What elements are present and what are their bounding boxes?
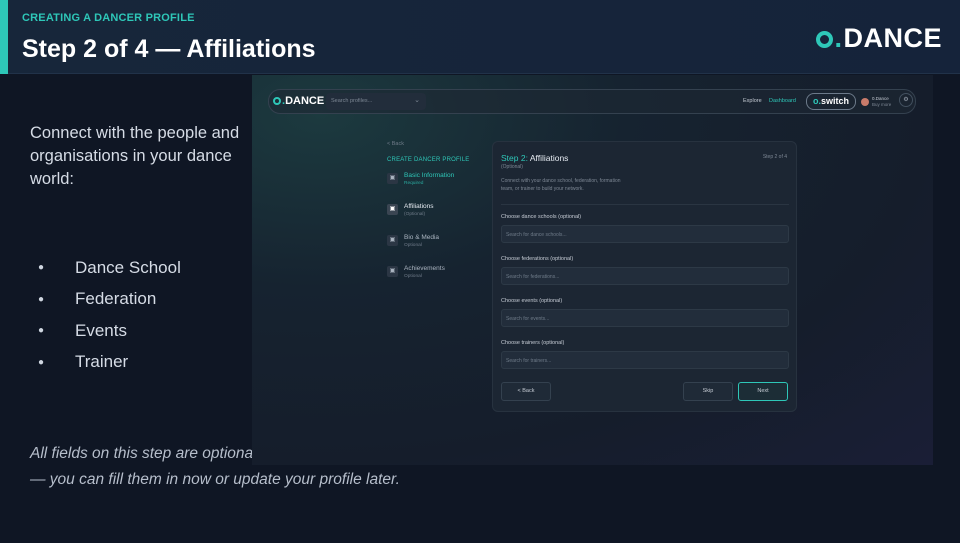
list-item: ● Federation (38, 289, 157, 309)
dance-schools-label: Choose dance schools (optional) (501, 214, 582, 220)
sidebar-step-affiliations[interactable]: ▣ Affiliations (Optional) (387, 203, 434, 217)
chevron-down-icon: ⌄ (414, 97, 420, 104)
sidebar-step-basic-info[interactable]: ▣ Basic Information Required (387, 172, 454, 186)
events-input[interactable]: Search for events... (501, 309, 789, 327)
back-button[interactable]: < Back (501, 382, 551, 401)
bullet-icon: ● (38, 262, 45, 274)
divider (501, 204, 789, 205)
user-name: 0.Dance (872, 96, 889, 101)
slide-title: Step 2 of 4 — Affiliations (22, 35, 316, 63)
app-logo[interactable]: . DANCE (273, 95, 324, 107)
logo-ring-icon (273, 97, 281, 105)
affiliation-list: ● Dance School ● Federation ● Events ● Train… (38, 252, 181, 378)
nav-dashboard[interactable]: Dashboard (769, 98, 796, 104)
list-item: ● Dance School (38, 257, 181, 277)
slide-header: CREATING A DANCER PROFILE Step 2 of 4 — … (0, 0, 960, 74)
accent-bar (0, 0, 8, 74)
app-screenshot: . DANCE Search profiles... ⌄ Explore Dash… (252, 75, 933, 465)
card-description: Connect with your dance school, federati… (501, 178, 621, 192)
network-icon: ▣ (387, 204, 398, 215)
sidebar-step-bio-media[interactable]: ▣ Bio & Media Optional (387, 234, 439, 248)
search-input[interactable]: Search profiles... ⌄ (326, 93, 426, 110)
switch-button[interactable]: o.switch (806, 93, 856, 110)
nav-explore[interactable]: Explore (743, 98, 762, 104)
affiliations-card: Step 2: Affiliations (Optional) Step 2 o… (492, 141, 797, 412)
trainers-input[interactable]: Search for trainers... (501, 351, 789, 369)
settings-icon[interactable]: ⚙ (899, 93, 913, 107)
next-button[interactable]: Next (738, 382, 788, 401)
sidebar-step-achievements[interactable]: ▣ Achievements Optional (387, 265, 445, 279)
events-label: Choose events (optional) (501, 298, 563, 304)
sidebar-heading: CREATE DANCER PROFILE (387, 157, 470, 163)
user-icon: ▣ (387, 173, 398, 184)
federations-input[interactable]: Search for federations... (501, 267, 789, 285)
back-link[interactable]: < Back (387, 141, 404, 147)
bullet-icon: ● (38, 356, 45, 368)
user-sub: Buy more (872, 101, 892, 107)
app-topbar: . DANCE Search profiles... ⌄ Explore Dash… (268, 89, 916, 114)
trophy-icon: ▣ (387, 266, 398, 277)
list-item: ● Trainer (38, 352, 129, 372)
logo-ring-icon (816, 31, 834, 48)
avatar[interactable] (861, 98, 869, 106)
step-counter: Step 2 of 4 (762, 154, 787, 160)
trainers-label: Choose trainers (optional) (501, 340, 565, 346)
federations-label: Choose federations (optional) (501, 256, 574, 262)
dance-schools-input[interactable]: Search for dance schools... (501, 225, 789, 243)
section-kicker: CREATING A DANCER PROFILE (22, 12, 195, 24)
logo-text: DANCE (843, 23, 942, 53)
bullet-icon: ● (38, 325, 45, 337)
user-menu[interactable]: 0.Dance Buy more (872, 96, 891, 107)
brand-logo: . DANCE (816, 23, 942, 54)
note-line-2: — you can fill them in now or update you… (30, 471, 400, 488)
skip-button[interactable]: Skip (683, 382, 733, 401)
intro-text: Connect with the people and organisation… (30, 124, 240, 188)
media-icon: ▣ (387, 235, 398, 246)
list-item: ● Events (38, 320, 127, 340)
card-title: Step 2: Affiliations (501, 153, 569, 163)
bullet-icon: ● (38, 293, 45, 305)
card-optional-label: (Optional) (501, 164, 523, 170)
